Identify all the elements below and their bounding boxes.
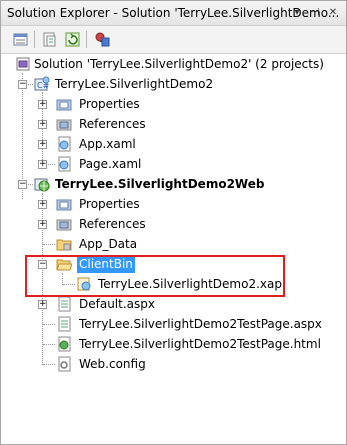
- title-bar: Solution Explorer - Solution 'TerryLee.S…: [1, 1, 346, 26]
- window-dropdown-icon[interactable]: ▾: [289, 5, 305, 21]
- expand-toggle[interactable]: +: [38, 100, 47, 109]
- toolbar-separator: [34, 31, 35, 48]
- tree-item-default-aspx[interactable]: + Default.aspx: [1, 295, 346, 313]
- web-config-label: Web.config: [79, 357, 146, 371]
- config-file-icon: [58, 356, 71, 372]
- web-project-label: TerryLee.SilverlightDemo2Web: [55, 177, 265, 191]
- solution-explorer-window: Solution Explorer - Solution 'TerryLee.S…: [0, 0, 347, 445]
- silverlight-project-icon: C#: [34, 76, 50, 91]
- expand-toggle[interactable]: +: [38, 220, 47, 229]
- expand-toggle[interactable]: +: [38, 200, 47, 209]
- properties-folder-icon: [56, 99, 72, 111]
- tree-item-web-config[interactable]: Web.config: [1, 355, 346, 373]
- collapse-toggle[interactable]: −: [18, 180, 27, 189]
- folder-icon: [56, 239, 72, 251]
- tree-item-app-xaml[interactable]: + App.xaml: [1, 135, 346, 153]
- testpage-html-label: TerryLee.SilverlightDemo2TestPage.html: [79, 337, 321, 351]
- solution-label: Solution 'TerryLee.SilverlightDemo2' (2 …: [34, 57, 324, 71]
- properties-icon[interactable]: [12, 31, 29, 48]
- tree-item-solution[interactable]: Solution 'TerryLee.SilverlightDemo2' (2 …: [1, 55, 346, 73]
- tree-item-testpage-aspx[interactable]: TerryLee.SilverlightDemo2TestPage.aspx: [1, 315, 346, 333]
- tree-item-app-data[interactable]: App_Data: [1, 235, 346, 253]
- html-file-icon: [58, 336, 71, 352]
- references-folder-icon: [56, 119, 72, 131]
- solution-tree: Solution 'TerryLee.SilverlightDemo2' (2 …: [1, 54, 346, 443]
- pin-icon[interactable]: ⊣: [307, 5, 323, 21]
- solution-icon: [16, 57, 30, 71]
- tree-item-properties[interactable]: + Properties: [1, 195, 346, 213]
- aspx-file-icon: [58, 296, 71, 312]
- tree-item-project[interactable]: − C# TerryLee.SilverlightDemo2: [1, 75, 346, 93]
- app-data-label: App_Data: [79, 237, 138, 251]
- testpage-aspx-label: TerryLee.SilverlightDemo2TestPage.aspx: [79, 317, 322, 331]
- tree-item-testpage-html[interactable]: TerryLee.SilverlightDemo2TestPage.html: [1, 335, 346, 353]
- collapse-toggle[interactable]: −: [18, 80, 27, 89]
- web-project-icon: [34, 178, 50, 192]
- refresh-icon[interactable]: [64, 31, 81, 48]
- xaml-file-icon: [58, 156, 71, 172]
- references-folder-icon: [56, 219, 72, 231]
- show-all-files-icon[interactable]: [41, 31, 58, 48]
- tree-item-page-xaml[interactable]: + Page.xaml: [1, 155, 346, 173]
- tree-item-references[interactable]: + References: [1, 115, 346, 133]
- tree-item-properties[interactable]: + Properties: [1, 95, 346, 113]
- expand-toggle[interactable]: +: [38, 160, 47, 169]
- project-label: TerryLee.SilverlightDemo2: [55, 77, 214, 91]
- references-label: References: [79, 117, 146, 131]
- toolbar-separator: [86, 31, 87, 48]
- app-xaml-label: App.xaml: [79, 137, 136, 151]
- tree-item-web-project[interactable]: − TerryLee.SilverlightDemo2Web: [1, 175, 346, 193]
- expand-toggle[interactable]: +: [38, 120, 47, 129]
- aspx-file-icon: [58, 316, 71, 332]
- page-xaml-label: Page.xaml: [79, 157, 142, 171]
- highlight-box: [25, 255, 285, 297]
- tree-item-references[interactable]: + References: [1, 215, 346, 233]
- references-label: References: [79, 217, 146, 231]
- class-diagram-icon[interactable]: [94, 31, 111, 48]
- default-aspx-label: Default.aspx: [79, 297, 155, 311]
- properties-folder-icon: [56, 199, 72, 211]
- xaml-file-icon: [58, 136, 71, 152]
- expand-toggle[interactable]: +: [38, 300, 47, 309]
- properties-label: Properties: [79, 197, 140, 211]
- toolbar: [1, 26, 346, 54]
- properties-label: Properties: [79, 97, 140, 111]
- expand-toggle[interactable]: +: [38, 140, 47, 149]
- close-icon[interactable]: ✕: [325, 5, 341, 21]
